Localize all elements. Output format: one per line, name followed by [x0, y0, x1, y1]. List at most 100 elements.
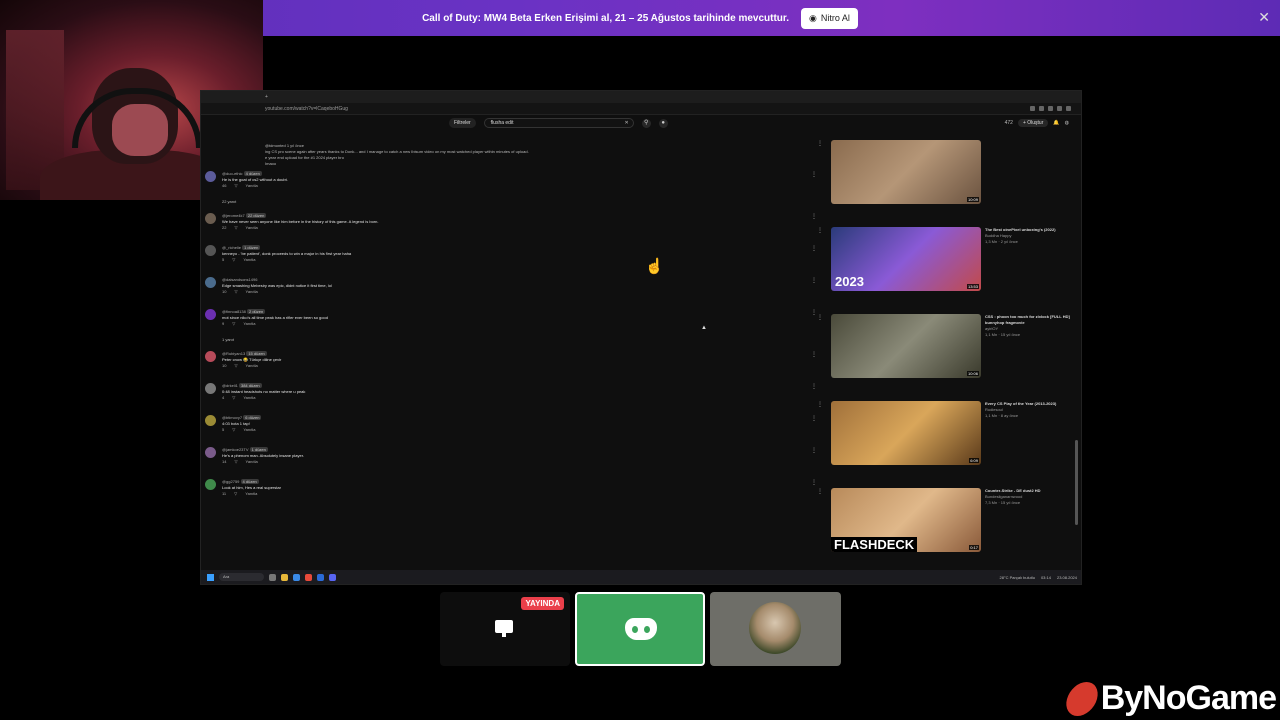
comment-author[interactable]: @duo-ethic — [222, 171, 243, 176]
related-video-item[interactable]: ⋮ FLASHDECK 0:17 Counter-Strike - DE dust2 … — [817, 488, 1081, 575]
more-options-icon[interactable]: ⋮ — [811, 245, 817, 252]
comment-author[interactable]: @Rubiyan13 — [222, 351, 245, 356]
comment-author[interactable]: @drkeli1 — [222, 383, 238, 388]
edge-icon[interactable] — [293, 573, 300, 581]
like-count[interactable]: 5 — [222, 427, 224, 433]
comment-author[interactable]: @daisandsons1496 — [222, 277, 257, 282]
sidebar-scrollbar[interactable] — [1075, 440, 1078, 525]
dislike-icon[interactable]: ▽ — [234, 289, 237, 295]
video-thumbnail[interactable]: 10:09 — [831, 140, 981, 204]
replies-toggle[interactable]: 1 yanıt — [205, 337, 831, 347]
reply-button[interactable]: Yanıtla — [245, 491, 257, 497]
more-options-icon[interactable]: ⋮ — [811, 277, 817, 284]
reply-button[interactable]: Yanıtla — [243, 427, 255, 433]
comment-author[interactable]: @jerome4k7 — [222, 213, 245, 218]
url-text[interactable]: youtube.com/watch?v=lCaqeboHGug — [265, 106, 348, 112]
reply-button[interactable]: Yanıtla — [246, 363, 258, 369]
shared-screen[interactable]: + youtube.com/watch?v=lCaqeboHGug Filtre… — [200, 90, 1082, 585]
search-icon[interactable]: ⚲ — [641, 118, 651, 128]
windows-start-icon[interactable] — [207, 573, 214, 581]
account-avatar-icon[interactable]: ◍ — [1065, 120, 1069, 126]
like-count[interactable]: 11 — [222, 491, 226, 497]
clear-search-icon[interactable]: ✕ — [624, 120, 628, 126]
comment-avatar[interactable] — [205, 351, 216, 362]
browser-address-bar[interactable]: youtube.com/watch?v=lCaqeboHGug — [201, 103, 1081, 115]
comment-author[interactable]: @finnoa8138 — [222, 309, 246, 314]
replies-toggle[interactable]: 22 yanıt — [205, 199, 831, 209]
dislike-icon[interactable]: ▽ — [232, 321, 235, 327]
dislike-icon[interactable]: ▽ — [232, 257, 235, 263]
video-thumbnail[interactable]: 6:09 — [831, 401, 981, 465]
weather-text[interactable]: 28°C Parçalı bulutlu — [1000, 575, 1035, 580]
comment-avatar[interactable] — [205, 309, 216, 320]
more-options-icon[interactable]: ⋮ — [811, 447, 817, 454]
reply-button[interactable]: Yanıtla — [246, 183, 258, 189]
discord-taskbar-icon[interactable] — [329, 573, 336, 581]
related-video-item[interactable]: ⋮ 2023 13:53 The Best oinePixel unboxing's … — [817, 227, 1081, 314]
dislike-icon[interactable]: ▽ — [234, 225, 237, 231]
comment-avatar[interactable] — [205, 479, 216, 490]
dislike-icon[interactable]: ▽ — [234, 363, 237, 369]
like-count[interactable]: 14 — [222, 459, 226, 465]
video-thumbnail[interactable]: FLASHDECK 0:17 — [831, 488, 981, 552]
file-explorer-icon[interactable] — [281, 573, 288, 581]
comment-avatar[interactable] — [205, 415, 216, 426]
like-count[interactable]: 9 — [222, 321, 224, 327]
more-options-icon[interactable]: ⋮ — [811, 213, 817, 220]
microphone-icon[interactable]: ● — [658, 118, 668, 128]
comment-author[interactable]: @jamkoe23TV — [222, 447, 249, 452]
close-icon[interactable]: ✕ — [1258, 9, 1270, 26]
comment-avatar[interactable] — [205, 277, 216, 288]
dislike-icon[interactable]: ▽ — [234, 491, 237, 497]
like-count[interactable]: 10 — [222, 289, 226, 295]
comment-avatar[interactable] — [205, 171, 216, 182]
screen-share-tile[interactable]: YAYINDA — [440, 592, 570, 666]
clock-time[interactable]: 03:14 — [1041, 575, 1051, 580]
more-options-icon[interactable]: ⋮ — [811, 351, 817, 358]
more-options-icon[interactable]: ⋮ — [817, 488, 823, 495]
comment-author[interactable]: @btimovy7 — [222, 415, 242, 420]
reply-button[interactable]: Yanıtla — [246, 225, 258, 231]
more-options-icon[interactable]: ⋮ — [817, 314, 823, 321]
reply-button[interactable]: Yanıtla — [246, 459, 258, 465]
related-video-item[interactable]: ⋮ 6:09 Every CS Play of the Year (2013-202… — [817, 401, 1081, 488]
reply-button[interactable]: Yanıtla — [243, 395, 255, 401]
more-options-icon[interactable]: ⋮ — [817, 401, 823, 408]
more-options-icon[interactable]: ⋮ — [811, 171, 817, 178]
like-count[interactable]: 22 — [222, 225, 226, 231]
nitro-button[interactable]: ◉ Nitro Al — [801, 7, 858, 29]
comment-avatar[interactable] — [205, 245, 216, 256]
like-count[interactable]: 46 — [222, 183, 226, 189]
more-options-icon[interactable]: ⋮ — [811, 383, 817, 390]
video-title[interactable]: CSS : phoon too much for zlxlock [FULL H… — [985, 314, 1075, 326]
dislike-icon[interactable]: ▽ — [234, 183, 237, 189]
more-options-icon[interactable]: ⋮ — [811, 479, 817, 486]
steam-icon[interactable] — [317, 573, 324, 581]
video-thumbnail[interactable]: 10:06 — [831, 314, 981, 378]
clock-date[interactable]: 23.08.2024 — [1057, 575, 1077, 580]
reply-button[interactable]: Yanıtla — [243, 321, 255, 327]
user-participant-tile[interactable] — [710, 592, 841, 666]
related-video-item[interactable]: ⋮ 10:09 — [817, 140, 1081, 227]
bell-icon[interactable]: 🔔 — [1053, 120, 1059, 126]
more-options-icon[interactable]: ⋮ — [817, 140, 823, 147]
reply-button[interactable]: Yanıtla — [246, 289, 258, 295]
chrome-icon[interactable] — [305, 573, 312, 581]
search-input[interactable]: flusha edit ✕ — [483, 118, 634, 128]
like-count[interactable]: 10 — [222, 363, 226, 369]
comment-avatar[interactable] — [205, 447, 216, 458]
comment-avatar[interactable] — [205, 213, 216, 224]
related-video-item[interactable]: ⋮ 10:06 CSS : phoon too much for zlxlock [… — [817, 314, 1081, 401]
like-count[interactable]: 5 — [222, 257, 224, 263]
video-thumbnail[interactable]: 2023 13:53 — [831, 227, 981, 291]
like-count[interactable]: 4 — [222, 395, 224, 401]
dislike-icon[interactable]: ▽ — [232, 427, 235, 433]
discord-participant-tile[interactable] — [575, 592, 705, 666]
more-options-icon[interactable]: ⋮ — [817, 227, 823, 234]
tab-add-icon[interactable]: + — [265, 94, 268, 100]
filter-button[interactable]: Filtreler — [449, 118, 476, 128]
comment-avatar[interactable] — [205, 383, 216, 394]
dislike-icon[interactable]: ▽ — [232, 395, 235, 401]
taskview-icon[interactable] — [269, 573, 276, 581]
comment-author[interactable]: @gg2759 — [222, 479, 239, 484]
